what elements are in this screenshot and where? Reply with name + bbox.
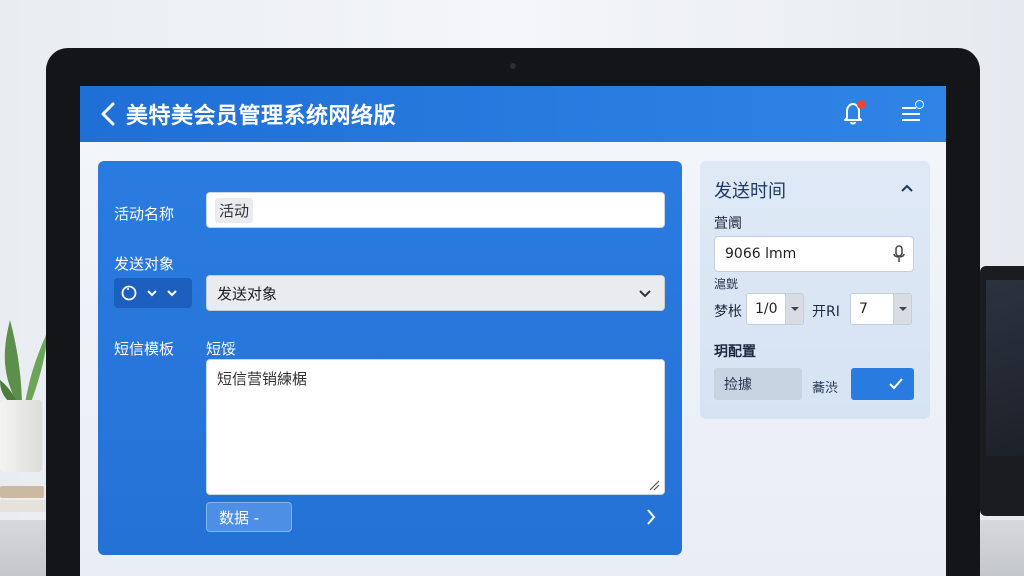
spin2-label: 开RI <box>812 304 840 320</box>
sms-template-label: 短信模板 <box>114 340 175 358</box>
target-type-select[interactable] <box>114 278 192 308</box>
top-bar: 美特美会员管理系统网络版 <box>80 86 946 142</box>
back-arrow-icon[interactable] <box>94 100 122 128</box>
check-button[interactable]: 捡據 <box>714 368 802 400</box>
chevron-down-icon <box>790 307 799 311</box>
time-value: 9066 lmm <box>725 246 797 262</box>
microphone-icon[interactable] <box>893 245 905 263</box>
plant-pot <box>0 400 42 472</box>
small-label: 滬皝 <box>714 277 739 291</box>
settings-badge <box>915 100 924 109</box>
send-time-panel: 发送时间 萓阛 9066 lmm 滬皝 梦枨 1/0 开RI 7 玥配置 捡據 … <box>700 161 930 419</box>
time-label: 萓阛 <box>714 216 742 232</box>
webcam <box>510 63 516 69</box>
spin1-chevron[interactable] <box>785 294 803 324</box>
background-monitor <box>980 266 1024 516</box>
send-time-title: 发送时间 <box>714 181 786 202</box>
notification-bell-icon[interactable] <box>838 98 868 128</box>
sms-template-text: 短信营销練椐 <box>217 370 308 388</box>
chevron-down-icon <box>639 290 651 298</box>
spin2-chevron[interactable] <box>893 294 911 324</box>
spin1-input[interactable]: 1/0 <box>746 293 804 325</box>
chevron-down-icon <box>147 290 157 297</box>
chevron-down-icon <box>898 307 907 311</box>
notification-badge <box>857 100 866 109</box>
chevron-down-icon <box>167 290 177 297</box>
spin1-value: 1/0 <box>755 301 778 317</box>
resize-grip-icon[interactable] <box>648 479 660 491</box>
checkmark-icon <box>889 378 903 390</box>
spin1-label: 梦枨 <box>714 304 742 320</box>
target-select-value: 发送对象 <box>217 284 278 303</box>
sms-template-textarea[interactable]: 短信营销練椐 <box>206 359 665 495</box>
confirm-button[interactable] <box>851 368 914 400</box>
chevron-right-icon[interactable] <box>645 508 657 526</box>
activity-name-input[interactable]: 活动 <box>206 192 665 228</box>
activity-form-card: 活动名称 活动 发送对象 发送对象 短信模板 短馁 短信营销練椐 数据 - <box>98 161 682 555</box>
app-screen: 美特美会员管理系统网络版 活动名称 活动 发送对象 发送对象 短信模板 短馁 短… <box>80 86 946 576</box>
activity-name-label: 活动名称 <box>114 205 175 223</box>
confirm-label: 蕎渋 <box>812 381 839 396</box>
time-input[interactable]: 9066 lmm <box>714 236 914 272</box>
activity-name-value: 活动 <box>215 197 254 223</box>
data-button[interactable]: 数据 - <box>206 502 292 532</box>
config-label: 玥配置 <box>714 344 756 360</box>
settings-menu-icon[interactable] <box>896 98 926 128</box>
app-title: 美特美会员管理系统网络版 <box>126 104 397 129</box>
target-label: 发送对象 <box>114 255 175 273</box>
circle-icon <box>121 285 137 301</box>
spin2-input[interactable]: 7 <box>850 293 912 325</box>
target-select[interactable]: 发送对象 <box>206 275 665 311</box>
sms-sub-label: 短馁 <box>206 340 237 358</box>
spin2-value: 7 <box>859 301 868 317</box>
chevron-up-icon[interactable] <box>900 183 914 193</box>
